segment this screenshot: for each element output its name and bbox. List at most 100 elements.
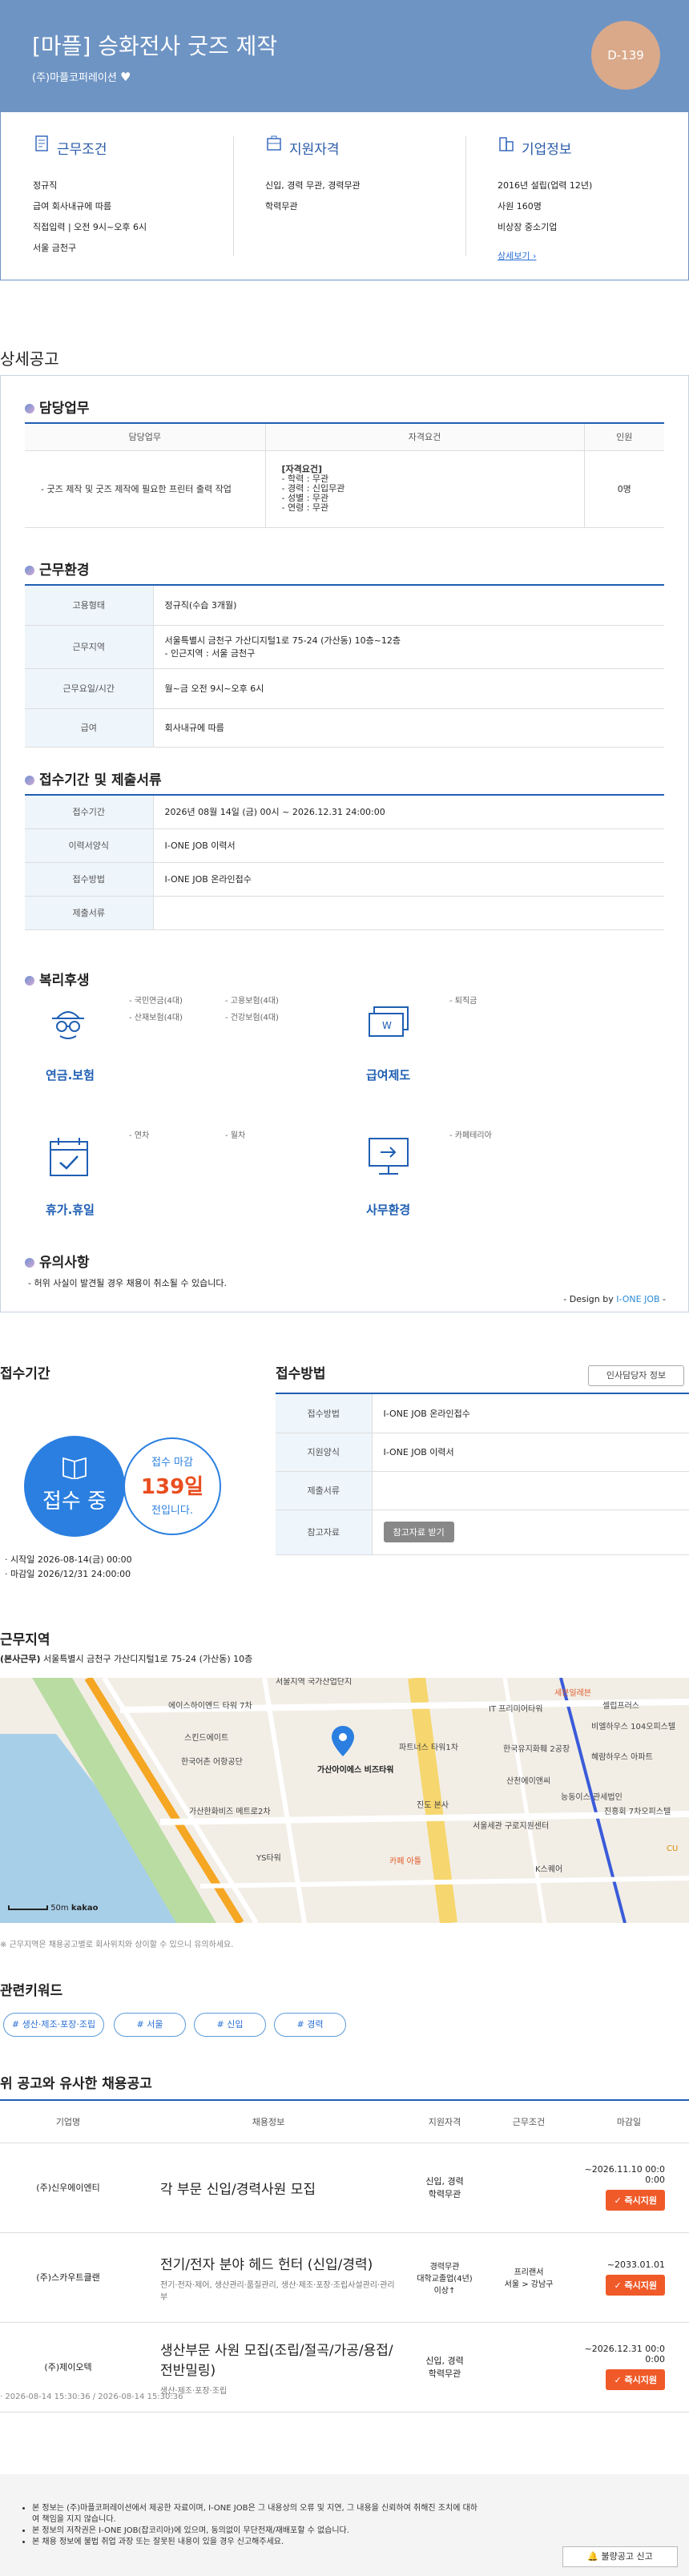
row-value bbox=[372, 1471, 689, 1510]
svg-text:W: W bbox=[382, 1020, 392, 1031]
map-label: YS타워 bbox=[256, 1854, 281, 1863]
keyword-tag[interactable]: # 서울 bbox=[114, 2013, 186, 2037]
benefit-item: - 연차 bbox=[129, 1131, 150, 1140]
keywords-title: 관련키워드 bbox=[0, 1983, 63, 1999]
row-key: 제출서류 bbox=[276, 1471, 373, 1510]
bullet-icon bbox=[25, 1258, 34, 1268]
row-qual: 신입, 경력 학력무관 bbox=[401, 2322, 489, 2413]
summary-work: 근무조건 정규직 급여 회사내규에 따름 직접입력 | 오전 9시~오후 6시 … bbox=[33, 135, 241, 263]
benefit-item: - 월차 bbox=[225, 1131, 246, 1140]
benefit-item: - 카페테리아 bbox=[449, 1131, 492, 1140]
report-button[interactable]: 🔔 불량공고 신고 bbox=[562, 2546, 678, 2567]
benefit-label: 휴가.휴일 bbox=[46, 1203, 95, 1217]
map-label: 세븐일레븐 bbox=[554, 1689, 591, 1698]
summary-item: 정규직 bbox=[33, 180, 58, 191]
col-header: 담당업무 bbox=[25, 423, 266, 451]
apply-now-button[interactable]: ✓ 즉시지원 bbox=[606, 2190, 665, 2211]
row-key: 급여 bbox=[25, 708, 154, 748]
period-end: · 마감일 2026/12/31 24:00:00 bbox=[5, 1569, 131, 1579]
book-icon bbox=[62, 1457, 87, 1480]
col-header: 마감일 bbox=[569, 2101, 689, 2143]
apply-now-button[interactable]: ✓ 즉시지원 bbox=[606, 2369, 665, 2390]
row-value: 정규직(수습 3개월) bbox=[153, 585, 664, 626]
row-value: 회사내규에 따름 bbox=[153, 708, 664, 748]
disclaimer: 본 정보는 (주)마플코퍼레이션에서 제공한 자료이며, I-ONE JOB은 … bbox=[0, 2474, 689, 2576]
building-icon bbox=[267, 135, 281, 151]
summary-qual: 지원자격 신입, 경력 무관, 경력무관 학력무관 bbox=[265, 135, 473, 263]
heart-icon[interactable]: ♥ bbox=[120, 70, 131, 84]
map-label: 가산한화비즈 메트로2차 bbox=[189, 1808, 271, 1816]
row-key: 접수기간 bbox=[25, 795, 154, 829]
period-start: · 시작일 2026-08-14(금) 00:00 bbox=[5, 1554, 132, 1565]
summary-item: 직접입력 | 오전 9시~오후 6시 bbox=[33, 222, 147, 232]
row-cond bbox=[489, 2322, 569, 2413]
row-value: I-ONE JOB 이력서 bbox=[153, 828, 664, 863]
map-label: 한국어촌 어항공단 bbox=[181, 1758, 243, 1767]
row-title[interactable]: 각 부문 신입/경력사원 모집 bbox=[136, 2143, 401, 2233]
row-key: 고용형태 bbox=[25, 585, 154, 626]
location-address: (본사근무) 서울특별시 금천구 가산디지털1로 75-24 (가산동) 10층 bbox=[0, 1654, 253, 1664]
benefits-heading: 복리후생 bbox=[25, 969, 90, 989]
similar-table: 기업명 채용정보 지원자격 근무조건 마감일 (주)신우에이엔티 각 부문 신입… bbox=[0, 2099, 689, 2413]
row-deadline: ~2026.12.31 00:0 0:00 ✓ 즉시지원 bbox=[569, 2322, 689, 2413]
map-label: 능동이스 관세법인 bbox=[561, 1793, 623, 1802]
row-deadline: ~2026.11.10 00:0 0:00 ✓ 즉시지원 bbox=[569, 2143, 689, 2233]
summary-qual-title: 지원자격 bbox=[289, 142, 340, 158]
summary-item: 서울 금천구 bbox=[33, 243, 77, 253]
env-table: 고용형태 정규직(수습 3개월) 근무지역 서울특별시 금천구 가산디지털1로 75… bbox=[25, 584, 664, 748]
row-company[interactable]: (주)스카우트클랜 bbox=[0, 2232, 136, 2323]
duty-count: 0명 bbox=[584, 450, 664, 528]
status-circle: 접수 중 bbox=[24, 1436, 125, 1537]
disclaimer-line: 본 채용 정보에 불법 취업 과장 또는 잘못된 내용이 있을 경우 신고해주세… bbox=[32, 2537, 481, 2548]
job-title: [마플] 승화전사 굿즈 제작 bbox=[32, 33, 278, 59]
row-key: 지원양식 bbox=[276, 1433, 373, 1472]
pension-icon bbox=[52, 1011, 84, 1039]
col-header: 인원 bbox=[584, 423, 664, 451]
row-key: 접수방법 bbox=[276, 1394, 373, 1433]
duty-task: - 굿즈 제작 및 굿즈 제작에 필요한 프린터 출력 작업 bbox=[25, 450, 266, 528]
map-label: 스킨드에이트 bbox=[184, 1734, 229, 1743]
duty-heading: 담당업무 bbox=[25, 397, 90, 417]
row-key: 근무요일/시간 bbox=[25, 668, 154, 709]
map-pin-icon[interactable] bbox=[332, 1726, 354, 1756]
map-note: ※ 근무지역은 채용공고별로 회사위치와 상이할 수 있으니 유의하세요. bbox=[0, 1941, 234, 1949]
row-deadline: ~2033.01.01 ✓ 즉시지원 bbox=[569, 2232, 689, 2323]
row-value: 월~금 오전 9시~오후 6시 bbox=[153, 668, 664, 709]
row-key: 접수방법 bbox=[25, 862, 154, 897]
benefit-label: 사무환경 bbox=[366, 1203, 411, 1217]
col-header: 채용정보 bbox=[136, 2101, 401, 2143]
summary-item: 신입, 경력 무관, 경력무관 bbox=[265, 180, 361, 191]
benefit-item: - 국민연금(4대) bbox=[129, 997, 183, 1006]
keyword-tag[interactable]: # 신입 bbox=[194, 2013, 266, 2037]
similar-title: 위 공고와 유사한 채용공고 bbox=[0, 2076, 152, 2092]
row-qual: 신입, 경력 학력무관 bbox=[401, 2143, 489, 2233]
keyword-tag[interactable]: # 생산·제조·포장·조립 bbox=[3, 2013, 104, 2037]
company-name[interactable]: (주)마플코퍼레이션 ♥ bbox=[32, 69, 131, 84]
map-label: K스퀘어 bbox=[535, 1865, 563, 1874]
row-cond: 프리랜서 서울 > 강남구 bbox=[489, 2232, 569, 2323]
duty-table: 담당업무 자격요건 인원 - 굿즈 제작 및 굿즈 제작에 필요한 프린터 출력 작… bbox=[25, 422, 664, 528]
table-row: (주)스카우트클랜 전기/전자 분야 헤드 헌터 (신입/경력) 전기·전자·제어… bbox=[0, 2232, 689, 2323]
row-value: 2026년 08월 14일 (금) 00시 ~ 2026.12.31 24:00… bbox=[153, 795, 664, 829]
row-company[interactable]: (주)신우에이엔티 bbox=[0, 2143, 136, 2233]
summary-item: 비상장 중소기업 bbox=[498, 222, 558, 232]
apply-now-button[interactable]: ✓ 즉시지원 bbox=[606, 2274, 665, 2296]
days-left: 139일 bbox=[140, 1475, 204, 1499]
summary-item: 학력무관 bbox=[265, 201, 298, 212]
summary-item: 급여 회사내규에 따름 bbox=[33, 201, 112, 212]
company-detail-link[interactable]: 상세보기 › bbox=[498, 251, 536, 261]
map-label: 비엘하우스 104오피스텔 bbox=[591, 1723, 676, 1731]
row-key: 이력서양식 bbox=[25, 828, 154, 863]
job-summary: 근무조건 정규직 급여 회사내규에 따름 직접입력 | 오전 9시~오후 6시 … bbox=[0, 112, 689, 280]
map[interactable]: 서울지역 국가산업단지 에이스하이엔드 타워 7차 IT 프리미어타워 세븐일레… bbox=[0, 1678, 689, 1923]
keyword-tag[interactable]: # 경력 bbox=[274, 2013, 346, 2037]
map-label: 진흥회 7차오피스텔 bbox=[604, 1808, 671, 1816]
row-value: I-ONE JOB 이력서 bbox=[372, 1433, 689, 1472]
location-title: 근무지역 bbox=[0, 1632, 50, 1648]
row-title[interactable]: 전기/전자 분야 헤드 헌터 (신입/경력) 전기·전자·제어, 생산관리·품질관… bbox=[136, 2232, 401, 2323]
hr-info-button[interactable]: 인사담당자 정보 bbox=[588, 1365, 684, 1386]
map-label: CU bbox=[667, 1844, 679, 1853]
row-qual: 경력무관 대학교졸업(4년) 이상↑ bbox=[401, 2232, 489, 2323]
table-row: (주)신우에이엔티 각 부문 신입/경력사원 모집 신입, 경력 학력무관 ~20… bbox=[0, 2143, 689, 2233]
attachment-download-button[interactable]: 참고자료 받기 bbox=[383, 1522, 454, 1542]
